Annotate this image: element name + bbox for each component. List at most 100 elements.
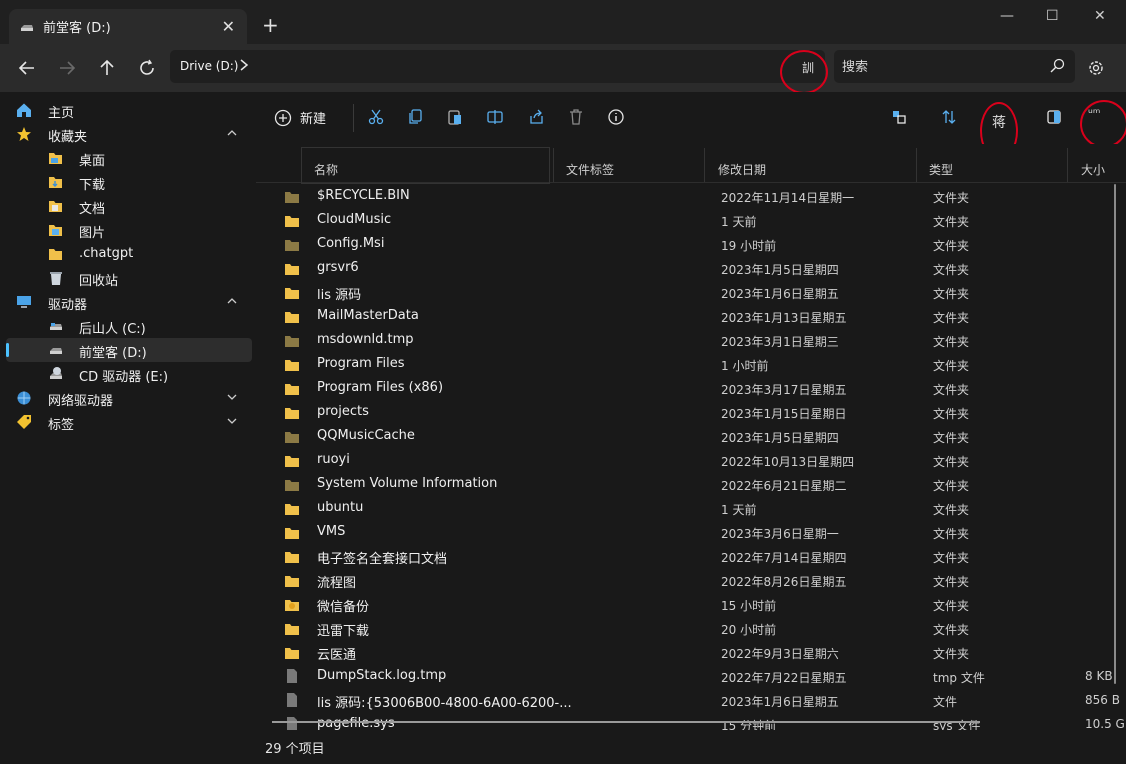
file-name: MailMasterData	[317, 308, 419, 323]
table-row[interactable]: msdownld.tmp 2023年3月1日星期三 文件夹	[256, 328, 1126, 352]
details-pane-icon[interactable]	[1045, 108, 1063, 126]
table-row[interactable]: VMS 2023年3月6日星期一 文件夹	[256, 520, 1126, 544]
table-row[interactable]: MailMasterData 2023年1月13日星期五 文件夹	[256, 304, 1126, 328]
table-row[interactable]: grsvr6 2023年1月5日星期四 文件夹	[256, 256, 1126, 280]
forward-arrow-icon[interactable]	[56, 57, 78, 79]
chevron-down-icon[interactable]	[226, 415, 238, 427]
sidebar-item-favorites[interactable]: 收藏夹	[0, 122, 256, 146]
table-row[interactable]: CloudMusic 1 天前 文件夹	[256, 208, 1126, 232]
column-header-type[interactable]: 类型	[929, 161, 953, 178]
table-row[interactable]: Config.Msi 19 小时前 文件夹	[256, 232, 1126, 256]
file-modified-date: 19 小时前	[721, 239, 777, 253]
search-box[interactable]	[834, 50, 1075, 83]
sidebar-item-network[interactable]: 网络驱动器	[0, 386, 256, 410]
table-row[interactable]: $RECYCLE.BIN 2022年11月14日星期一 文件夹	[256, 184, 1126, 208]
table-row[interactable]: System Volume Information 2022年6月21日星期二 文件…	[256, 472, 1126, 496]
breadcrumb[interactable]: Drive (D:)	[180, 59, 238, 73]
close-window-button[interactable]: ✕	[1094, 8, 1106, 24]
chevron-up-icon[interactable]	[226, 127, 238, 139]
table-row[interactable]: 微信备份 15 小时前 文件夹	[256, 592, 1126, 616]
column-divider[interactable]	[553, 148, 554, 182]
column-divider[interactable]	[916, 148, 917, 182]
vertical-scrollbar[interactable]	[1114, 184, 1116, 684]
chevron-down-icon[interactable]	[226, 391, 238, 403]
file-type: tmp 文件	[933, 671, 985, 685]
pc-icon	[17, 296, 31, 308]
network-icon	[17, 391, 31, 405]
table-row[interactable]: ruoyi 2022年10月13日星期四 文件夹	[256, 448, 1126, 472]
table-row[interactable]: 流程图 2022年8月26日星期五 文件夹	[256, 568, 1126, 592]
table-row[interactable]: DumpStack.log.tmp 2022年7月22日星期五 tmp 文件 8 KB	[256, 664, 1126, 688]
navigation-bar: Drive (D:) 訓	[0, 44, 1126, 94]
sidebar-item-documents[interactable]: 文档	[0, 194, 256, 218]
column-header-size[interactable]: 大小	[1081, 161, 1105, 178]
sidebar-item-downloads[interactable]: 下载	[0, 170, 256, 194]
cut-icon[interactable]	[367, 108, 385, 126]
status-bar: 29 个项目	[256, 730, 1126, 764]
file-modified-date: 2023年1月5日星期四	[721, 431, 839, 445]
horizontal-scrollbar[interactable]	[272, 721, 980, 723]
search-icon[interactable]	[1049, 58, 1065, 74]
table-row[interactable]: Program Files (x86) 2023年3月17日星期五 文件夹	[256, 376, 1126, 400]
red-annotation-circle	[1080, 100, 1126, 148]
column-header-name[interactable]: 名称	[314, 161, 338, 178]
column-divider[interactable]	[704, 148, 705, 182]
column-header-modified[interactable]: 修改日期	[718, 161, 766, 178]
file-type: 文件夹	[933, 335, 970, 349]
copy-icon[interactable]	[407, 108, 425, 126]
file-size: 8 KB	[1085, 669, 1113, 683]
file-icon	[287, 717, 297, 730]
sidebar-item-drive-c[interactable]: 后山人 (C:)	[0, 314, 256, 338]
delete-icon[interactable]	[567, 108, 585, 126]
maximize-button[interactable]: ☐	[1046, 8, 1059, 24]
gear-icon[interactable]	[1086, 58, 1106, 78]
table-row[interactable]: lis 源码:{53006B00-4800-6A00-6200-... 2023年…	[256, 688, 1126, 712]
file-name: ubuntu	[317, 500, 364, 515]
table-row[interactable]: QQMusicCache 2023年1月5日星期四 文件夹	[256, 424, 1126, 448]
info-icon[interactable]	[607, 108, 625, 126]
tab-drive-d[interactable]: 前堂客 (D:) ✕	[9, 9, 247, 44]
file-type: 文件夹	[933, 215, 970, 229]
file-modified-date: 1 天前	[721, 503, 757, 517]
sidebar-item-label: 前堂客 (D:)	[79, 346, 147, 361]
sidebar-item-desktop[interactable]: 桌面	[0, 146, 256, 170]
back-arrow-icon[interactable]	[16, 57, 38, 79]
sidebar-item-drive-e[interactable]: CD 驱动器 (E:)	[0, 362, 256, 386]
sidebar-item-recycle-bin[interactable]: 回收站	[0, 266, 256, 290]
view-icon[interactable]	[890, 108, 908, 126]
new-button[interactable]: 新建	[274, 108, 326, 127]
sort-icon[interactable]	[940, 108, 958, 126]
new-tab-button[interactable]: +	[262, 15, 279, 35]
toolbar-divider	[353, 104, 354, 132]
address-bar[interactable]: Drive (D:) 訓	[170, 50, 825, 83]
table-row[interactable]: projects 2023年1月15日星期日 文件夹	[256, 400, 1126, 424]
paste-icon[interactable]	[446, 108, 464, 126]
up-arrow-icon[interactable]	[96, 57, 118, 79]
refresh-icon[interactable]	[136, 57, 158, 79]
table-row[interactable]: 云医通 2022年9月3日星期六 文件夹	[256, 640, 1126, 664]
sidebar-item-label: 主页	[48, 106, 75, 121]
minimize-button[interactable]: —	[1000, 8, 1014, 24]
column-header-tags[interactable]: 文件标签	[566, 161, 614, 178]
sidebar-item-chatgpt[interactable]: .chatgpt	[0, 242, 256, 266]
table-row[interactable]: 电子签名全套接口文档 2022年7月14日星期四 文件夹	[256, 544, 1126, 568]
share-icon[interactable]	[527, 108, 545, 126]
sidebar-item-drives[interactable]: 驱动器	[0, 290, 256, 314]
table-row[interactable]: Program Files 1 小时前 文件夹	[256, 352, 1126, 376]
command-bar: 新建 蒋 ᵘᵐ	[256, 92, 1126, 160]
sidebar-item-pictures[interactable]: 图片	[0, 218, 256, 242]
sidebar-item-drive-d[interactable]: 前堂客 (D:)	[6, 338, 252, 362]
table-row[interactable]: 迅雷下载 20 小时前 文件夹	[256, 616, 1126, 640]
table-row[interactable]: lis 源码 2023年1月6日星期五 文件夹	[256, 280, 1126, 304]
sidebar-item-tags[interactable]: 标签	[0, 410, 256, 434]
tab-close-icon[interactable]: ✕	[222, 17, 235, 36]
file-name: Program Files	[317, 356, 405, 371]
table-row[interactable]: ubuntu 1 天前 文件夹	[256, 496, 1126, 520]
search-input[interactable]	[840, 55, 1044, 79]
file-name: 流程图	[317, 576, 357, 591]
chevron-right-icon[interactable]	[238, 57, 250, 73]
chevron-up-icon[interactable]	[226, 295, 238, 307]
column-divider[interactable]	[1067, 148, 1068, 182]
rename-icon[interactable]	[486, 108, 504, 126]
sidebar-item-home[interactable]: 主页	[0, 98, 256, 122]
